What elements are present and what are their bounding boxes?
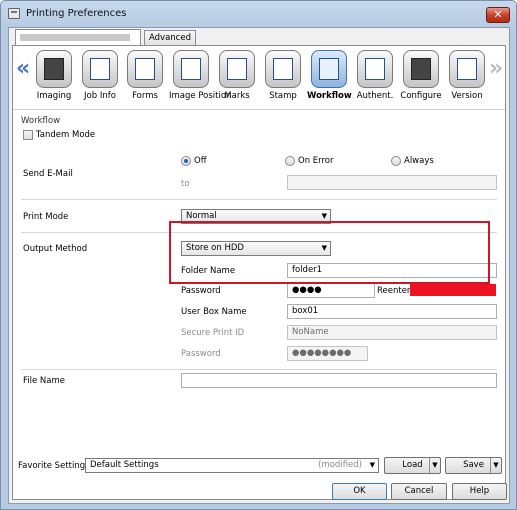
password-label: Password — [181, 286, 221, 296]
help-button[interactable]: Help — [452, 483, 507, 500]
print-mode-value: Normal — [186, 211, 217, 221]
user-box-name-field[interactable]: box01 — [287, 304, 497, 319]
secure-print-id-label: Secure Print ID — [181, 328, 245, 338]
image-position-icon — [181, 58, 201, 80]
favorite-setting-select[interactable]: Default Settings (modified) ▼ — [85, 458, 379, 473]
reenter-password-field[interactable] — [410, 284, 496, 296]
password-field[interactable]: ●●●● — [287, 283, 375, 298]
tool-label: Job Info — [84, 91, 116, 101]
load-button[interactable]: Load ▼ — [384, 457, 441, 474]
authentication-icon — [365, 58, 385, 80]
send-email-label: Send E-Mail — [23, 169, 73, 179]
tool-label: Image Position — [169, 91, 232, 101]
tab-advanced[interactable]: Advanced — [144, 30, 196, 45]
tool-authentication[interactable]: Authent. — [353, 50, 397, 101]
printer-icon — [8, 8, 20, 19]
email-on-error-label: On Error — [298, 156, 334, 166]
tool-label: Version — [451, 91, 483, 101]
highlight-box — [169, 221, 490, 284]
window-title: Printing Preferences — [26, 8, 127, 19]
imaging-icon — [44, 58, 64, 80]
tool-image-position[interactable]: Image Position — [169, 50, 232, 101]
save-button[interactable]: Save ▼ — [445, 457, 502, 474]
job-info-icon — [90, 58, 110, 80]
chevron-down-icon: ▼ — [321, 212, 327, 220]
print-mode-label: Print Mode — [23, 212, 69, 222]
email-to-field[interactable] — [287, 175, 497, 190]
tool-label: Imaging — [36, 91, 72, 101]
tool-label: Marks — [224, 91, 250, 101]
reenter-label: Reenter — [377, 286, 411, 296]
favorite-setting-label: Favorite Setting — [18, 461, 86, 471]
tool-label: Workflow — [307, 91, 352, 101]
user-box-name-label: User Box Name — [181, 307, 247, 317]
dialog-client: Advanced « Imaging Job Info Forms Image … — [8, 27, 510, 504]
chevron-down-icon[interactable]: ▼ — [429, 458, 440, 473]
tool-label: Forms — [132, 91, 158, 101]
scroll-left-icon[interactable]: « — [16, 56, 30, 81]
tool-label: Authent. — [356, 91, 394, 101]
tool-configure[interactable]: Configure — [399, 50, 443, 101]
tool-workflow[interactable]: Workflow — [307, 50, 352, 101]
tool-job-info[interactable]: Job Info — [78, 50, 122, 101]
email-to-label: to — [181, 179, 190, 189]
tool-stamp[interactable]: Stamp — [261, 50, 305, 101]
scroll-right-icon[interactable]: » — [489, 56, 503, 81]
file-name-label: File Name — [23, 376, 66, 386]
email-off-radio[interactable] — [181, 156, 191, 166]
category-icon-bar: « Imaging Job Info Forms Image Position — [13, 46, 505, 110]
tandem-mode-label: Tandem Mode — [36, 130, 96, 140]
workflow-group-label: Workflow — [21, 116, 61, 126]
modified-indicator: (modified) — [318, 460, 362, 470]
workflow-icon — [319, 58, 339, 80]
secure-password-field[interactable]: ●●●●●●●● — [287, 346, 368, 361]
save-button-label: Save — [463, 460, 484, 470]
file-name-field[interactable] — [181, 373, 497, 388]
ok-button[interactable]: OK — [332, 483, 387, 500]
blurred-tab-label — [20, 34, 130, 41]
forms-icon — [135, 58, 155, 80]
marks-icon — [227, 58, 247, 80]
version-icon — [457, 58, 477, 80]
tool-label: Configure — [400, 91, 442, 101]
workflow-settings: Workflow Tandem Mode Send E-Mail Off On … — [13, 111, 505, 499]
tool-marks[interactable]: Marks — [215, 50, 259, 101]
email-always-radio[interactable] — [391, 156, 401, 166]
secure-password-label: Password — [181, 349, 221, 359]
chevron-down-icon: ▼ — [369, 461, 375, 469]
stamp-icon — [273, 58, 293, 80]
tool-label: Stamp — [269, 91, 297, 101]
email-always-label: Always — [404, 156, 434, 166]
chevron-down-icon[interactable]: ▼ — [490, 458, 501, 473]
divider — [21, 199, 497, 200]
close-button[interactable]: ✕ — [486, 7, 510, 23]
configure-icon — [411, 58, 431, 80]
email-off-label: Off — [194, 156, 207, 166]
secure-print-id-field[interactable]: NoName — [287, 325, 497, 340]
tool-imaging[interactable]: Imaging — [32, 50, 76, 101]
printing-preferences-window: Printing Preferences ✕ Advanced « Imagin… — [0, 0, 517, 510]
email-on-error-radio[interactable] — [285, 156, 295, 166]
tandem-mode-checkbox[interactable] — [23, 130, 33, 140]
tool-forms[interactable]: Forms — [123, 50, 167, 101]
load-button-label: Load — [402, 460, 423, 470]
favorite-setting-value: Default Settings — [90, 460, 159, 470]
tab-basic[interactable] — [15, 29, 141, 45]
output-method-label: Output Method — [23, 244, 88, 254]
cancel-button[interactable]: Cancel — [391, 483, 447, 500]
title-bar[interactable]: Printing Preferences ✕ — [1, 1, 516, 27]
tab-strip: Advanced — [9, 28, 509, 45]
divider — [21, 369, 497, 370]
tool-version[interactable]: Version — [445, 50, 489, 101]
